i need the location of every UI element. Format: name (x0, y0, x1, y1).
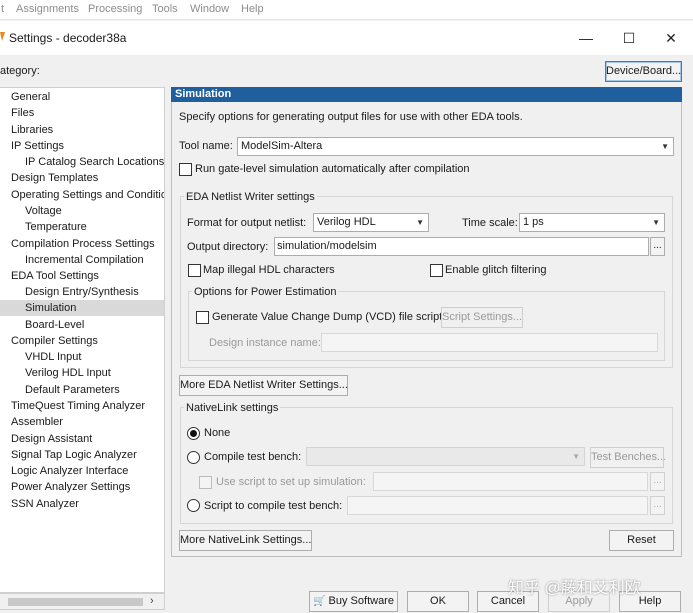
ok-button[interactable]: OK (407, 591, 469, 612)
tree-item-ip-settings[interactable]: IP Settings (11, 138, 64, 154)
reset-button[interactable]: Reset (609, 530, 674, 551)
tree-item-incremental-compilation[interactable]: Incremental Compilation (25, 252, 144, 268)
timescale-label: Time scale: (462, 217, 518, 229)
buy-software-label: Buy Software (328, 595, 394, 607)
menu-item-help[interactable]: Help (241, 3, 264, 15)
format-value: Verilog HDL (317, 216, 376, 228)
gate-level-label: Run gate-level simulation automatically … (195, 163, 470, 175)
tree-item-temperature[interactable]: Temperature (25, 219, 87, 235)
use-script-browse-button[interactable]: ... (650, 472, 665, 491)
radio-none-label: None (204, 427, 231, 439)
tree-item-ssn-analyzer[interactable]: SSN Analyzer (11, 496, 79, 512)
dropdown-arrow-icon: ▼ (652, 218, 660, 227)
category-label: ategory: (0, 65, 40, 77)
script-compile-browse-button[interactable]: ... (650, 496, 665, 515)
tree-item-default-parameters[interactable]: Default Parameters (25, 382, 120, 398)
menu-item-tools[interactable]: Tools (152, 3, 178, 15)
window-title: Settings - decoder38a (9, 31, 127, 45)
scroll-right-icon[interactable]: › (150, 595, 154, 607)
timescale-value: 1 ps (523, 216, 544, 228)
script-compile-input[interactable] (347, 496, 648, 515)
script-compile-label: Script to compile test bench: (204, 500, 343, 512)
more-netlist-settings-button[interactable]: More EDA Netlist Writer Settings... (179, 375, 348, 396)
gate-level-checkbox[interactable] (179, 163, 192, 176)
format-label: Format for output netlist: (187, 217, 307, 229)
output-directory-input[interactable]: simulation/modelsim (274, 237, 649, 256)
tree-item-design-templates[interactable]: Design Templates (11, 170, 98, 186)
nativelink-group-title: NativeLink settings (184, 402, 281, 414)
test-benches-button[interactable]: Test Benches... (590, 447, 666, 468)
format-select[interactable]: Verilog HDL ▼ (313, 213, 429, 232)
tree-item-design-entry-synthesis[interactable]: Design Entry/Synthesis (25, 284, 139, 300)
menu-item-window[interactable]: Window (190, 3, 229, 15)
output-directory-browse-button[interactable]: ... (650, 237, 665, 256)
tool-name-value: ModelSim-Altera (241, 140, 323, 152)
use-script-input[interactable] (373, 472, 648, 491)
glitch-filtering-label: Enable glitch filtering (445, 264, 547, 276)
tree-item-operating-settings[interactable]: Operating Settings and Conditions (11, 187, 164, 203)
timescale-select[interactable]: 1 ps ▼ (519, 213, 665, 232)
tree-item-vhdl-input[interactable]: VHDL Input (25, 349, 81, 365)
tree-item-signal-tap-logic-analyzer[interactable]: Signal Tap Logic Analyzer (11, 447, 137, 463)
tree-item-voltage[interactable]: Voltage (25, 203, 62, 219)
tree-item-assembler[interactable]: Assembler (11, 414, 63, 430)
tree-item-timequest-timing-analyzer[interactable]: TimeQuest Timing Analyzer (11, 398, 145, 414)
tree-item-power-analyzer-settings[interactable]: Power Analyzer Settings (11, 479, 130, 495)
radio-script-compile-test-bench[interactable] (187, 499, 200, 512)
radio-none[interactable] (187, 427, 200, 440)
use-script-label: Use script to set up simulation: (216, 476, 366, 488)
menu-item-processing[interactable]: Processing (88, 3, 142, 15)
maximize-button[interactable]: ☐ (616, 28, 642, 48)
scrollbar-thumb[interactable] (8, 598, 143, 606)
minimize-button[interactable]: — (573, 28, 599, 48)
watermark-text: 知乎 @藤和艾利欧 (508, 580, 641, 597)
dropdown-arrow-icon: ▼ (416, 218, 424, 227)
vcd-label: Generate Value Change Dump (VCD) file sc… (212, 311, 443, 323)
tree-item-board-level[interactable]: Board-Level (25, 317, 84, 333)
map-illegal-checkbox[interactable] (188, 264, 201, 277)
description-text: Specify options for generating output fi… (179, 111, 523, 123)
tree-item-eda-tool-settings[interactable]: EDA Tool Settings (11, 268, 99, 284)
tree-item-design-assistant[interactable]: Design Assistant (11, 431, 92, 447)
tree-item-ip-catalog-search-locations[interactable]: IP Catalog Search Locations (25, 154, 164, 170)
cart-icon: 🛒 (313, 596, 326, 607)
buy-software-button[interactable]: 🛒 Buy Software (309, 591, 398, 612)
tree-item-verilog-hdl-input[interactable]: Verilog HDL Input (25, 365, 111, 381)
glitch-filtering-checkbox[interactable] (430, 264, 443, 277)
menu-bar: t Assignments Processing Tools Window He… (0, 0, 693, 20)
app-logo-icon (0, 32, 5, 41)
category-tree[interactable]: General Files Libraries IP Settings IP C… (0, 87, 165, 593)
title-bar: Settings - decoder38a — ☐ ✕ (0, 21, 693, 55)
power-estimation-group-title: Options for Power Estimation (192, 286, 339, 298)
tree-item-files[interactable]: Files (11, 105, 34, 121)
map-illegal-label: Map illegal HDL characters (203, 264, 335, 276)
instance-name-input[interactable] (321, 333, 658, 352)
compile-test-bench-label: Compile test bench: (204, 451, 302, 463)
tree-item-libraries[interactable]: Libraries (11, 122, 53, 138)
radio-compile-test-bench[interactable] (187, 451, 200, 464)
dropdown-arrow-icon: ▼ (572, 452, 580, 461)
tree-item-simulation[interactable]: Simulation (0, 300, 164, 316)
dropdown-arrow-icon: ▼ (661, 142, 669, 151)
netlist-writer-group-title: EDA Netlist Writer settings (184, 191, 317, 203)
test-bench-select[interactable]: ▼ (306, 447, 585, 466)
tree-horizontal-scrollbar[interactable]: › (0, 593, 165, 610)
tree-item-logic-analyzer-interface[interactable]: Logic Analyzer Interface (11, 463, 128, 479)
tree-item-compiler-settings[interactable]: Compiler Settings (11, 333, 98, 349)
more-nativelink-settings-button[interactable]: More NativeLink Settings... (179, 530, 312, 551)
menu-item-assignments[interactable]: Assignments (16, 3, 79, 15)
instance-name-label: Design instance name: (209, 337, 321, 349)
script-settings-button[interactable]: Script Settings... (441, 307, 523, 328)
device-board-button[interactable]: Device/Board... (605, 61, 682, 82)
vcd-checkbox[interactable] (196, 311, 209, 324)
close-button[interactable]: ✕ (658, 28, 684, 48)
menu-item-edit[interactable]: t (1, 3, 4, 15)
output-directory-label: Output directory: (187, 241, 269, 253)
tool-name-select[interactable]: ModelSim-Altera ▼ (237, 137, 674, 156)
use-script-checkbox[interactable] (199, 476, 212, 489)
tool-name-label: Tool name: (179, 140, 233, 152)
tree-item-compilation-process-settings[interactable]: Compilation Process Settings (11, 236, 155, 252)
tree-item-general[interactable]: General (11, 89, 50, 105)
section-title: Simulation (171, 87, 682, 102)
